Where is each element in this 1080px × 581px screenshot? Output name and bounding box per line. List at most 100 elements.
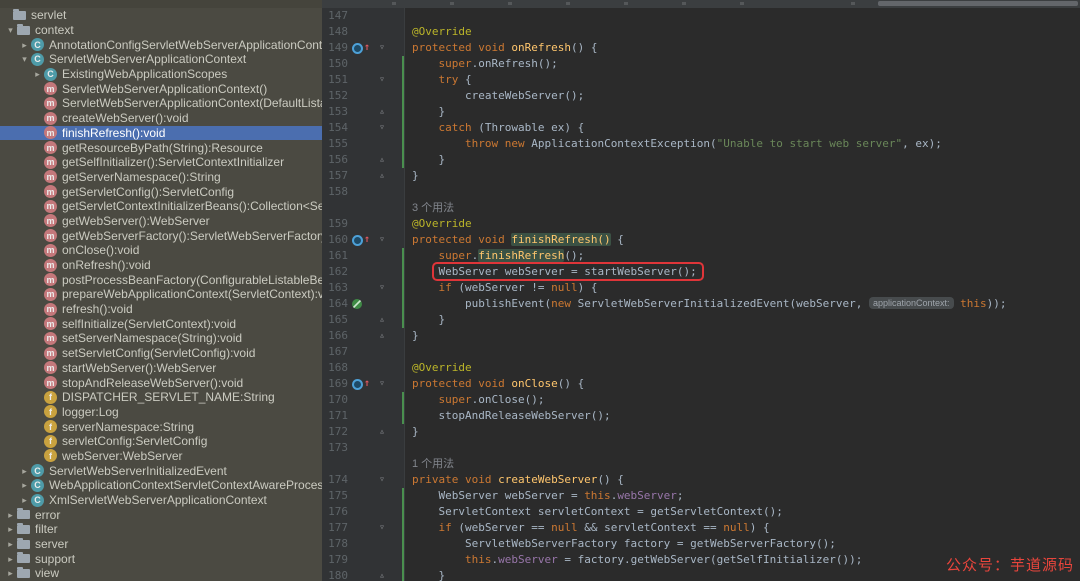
line-number[interactable]: 163 <box>322 280 350 296</box>
chevron-right-icon[interactable]: ▸ <box>4 522 17 536</box>
code-text[interactable]: 3 个用法 <box>408 200 1080 216</box>
code-text[interactable]: protected void onRefresh() { <box>408 40 1080 56</box>
line-number[interactable]: 176 <box>322 504 350 520</box>
tree-item[interactable]: m getSelfInitializer():ServletContextInit… <box>0 155 322 170</box>
line-number[interactable]: 165 <box>322 312 350 328</box>
tree-item[interactable]: m getServerNamespace():String <box>0 170 322 185</box>
fold-toggle-icon[interactable]: ▵ <box>370 168 394 184</box>
tree-item[interactable]: m setServletConfig(ServletConfig):void <box>0 346 322 361</box>
line-number[interactable]: 152 <box>322 88 350 104</box>
line-number[interactable]: 160 <box>322 232 350 248</box>
code-text[interactable]: try { <box>408 72 1080 88</box>
line-number[interactable]: 157 <box>322 168 350 184</box>
vcs-change-bar[interactable] <box>402 408 404 424</box>
tree-item[interactable]: f serverNamespace:String <box>0 419 322 434</box>
overriding-method-icon[interactable] <box>352 234 363 246</box>
vcs-change-bar[interactable] <box>402 104 404 120</box>
event-publisher-icon[interactable] <box>352 299 362 309</box>
code-text[interactable]: publishEvent(new ServletWebServerInitial… <box>408 296 1080 312</box>
line-number[interactable]: 149 <box>322 40 350 56</box>
tree-item[interactable]: ▸ error <box>0 507 322 522</box>
vcs-change-bar[interactable] <box>402 312 404 328</box>
vcs-change-bar[interactable] <box>402 72 404 88</box>
line-number[interactable]: 166 <box>322 328 350 344</box>
fold-toggle-icon[interactable]: ▿ <box>370 520 394 536</box>
code-text[interactable]: protected void onClose() { <box>408 376 1080 392</box>
vcs-change-bar[interactable] <box>402 552 404 568</box>
overriding-method-icon[interactable] <box>352 378 363 390</box>
fold-toggle-icon[interactable]: ▵ <box>370 312 394 328</box>
line-number[interactable]: 153 <box>322 104 350 120</box>
code-text[interactable]: WebServer webServer = startWebServer(); <box>408 264 1080 280</box>
vcs-change-bar[interactable] <box>402 504 404 520</box>
tree-item[interactable]: m onRefresh():void <box>0 258 322 273</box>
code-text[interactable]: @Override <box>408 24 1080 40</box>
chevron-down-icon[interactable]: ▾ <box>18 52 31 66</box>
code-text[interactable]: stopAndReleaseWebServer(); <box>408 408 1080 424</box>
tree-item[interactable]: m selfInitialize(ServletContext):void <box>0 316 322 331</box>
line-number[interactable]: 180 <box>322 568 350 581</box>
vcs-change-bar[interactable] <box>402 568 404 581</box>
tree-item[interactable]: ▸ C WebApplicationContextServletContextAwa… <box>0 478 322 493</box>
line-number[interactable]: 177 <box>322 520 350 536</box>
vcs-change-bar[interactable] <box>402 536 404 552</box>
chevron-right-icon[interactable]: ▸ <box>4 537 17 551</box>
code-text[interactable]: throw new ApplicationContextException("U… <box>408 136 1080 152</box>
line-number[interactable]: 168 <box>322 360 350 376</box>
tree-item[interactable]: f servletConfig:ServletConfig <box>0 434 322 449</box>
fold-toggle-icon[interactable]: ▵ <box>370 424 394 440</box>
fold-toggle-icon[interactable]: ▿ <box>370 232 394 248</box>
code-text[interactable]: ServletWebServerFactory factory = getWeb… <box>408 536 1080 552</box>
vcs-change-bar[interactable] <box>402 264 404 280</box>
chevron-down-icon[interactable]: ▾ <box>4 23 17 37</box>
code-text[interactable]: } <box>408 312 1080 328</box>
code-text[interactable]: super.onClose(); <box>408 392 1080 408</box>
structure-panel[interactable]: servlet ▾ context ▸ C AnnotationConfigServlet… <box>0 8 322 581</box>
code-text[interactable]: } <box>408 424 1080 440</box>
tree-item[interactable]: ▸ view <box>0 566 322 581</box>
chevron-right-icon[interactable]: ▸ <box>18 464 31 478</box>
tree-item[interactable]: m refresh():void <box>0 302 322 317</box>
vcs-change-bar[interactable] <box>402 120 404 136</box>
line-number[interactable]: 151 <box>322 72 350 88</box>
tree-item[interactable]: ▾ C ServletWebServerApplicationContext <box>0 52 322 67</box>
fold-toggle-icon[interactable]: ▿ <box>370 472 394 488</box>
code-text[interactable]: if (webServer != null) { <box>408 280 1080 296</box>
code-text[interactable]: if (webServer == null && servletContext … <box>408 520 1080 536</box>
line-number[interactable]: 170 <box>322 392 350 408</box>
fold-toggle-icon[interactable]: ▵ <box>370 328 394 344</box>
line-number[interactable]: 178 <box>322 536 350 552</box>
tree-item[interactable]: ▸ C AnnotationConfigServletWebServerApplic… <box>0 37 322 52</box>
chevron-right-icon[interactable]: ▸ <box>18 38 31 52</box>
code-text[interactable]: protected void finishRefresh() { <box>408 232 1080 248</box>
line-number[interactable]: 156 <box>322 152 350 168</box>
vcs-change-bar[interactable] <box>402 280 404 296</box>
vcs-change-bar[interactable] <box>402 488 404 504</box>
tree-item[interactable]: m ServletWebServerApplicationContext() <box>0 81 322 96</box>
fold-toggle-icon[interactable]: ▿ <box>370 280 394 296</box>
tree-item[interactable]: ▸ filter <box>0 522 322 537</box>
code-text[interactable]: @Override <box>408 216 1080 232</box>
vcs-change-bar[interactable] <box>402 152 404 168</box>
tree-item[interactable]: ▸ C ExistingWebApplicationScopes <box>0 67 322 82</box>
tree-item[interactable]: ▸ server <box>0 537 322 552</box>
line-number[interactable]: 173 <box>322 440 350 456</box>
tree-item[interactable]: m onClose():void <box>0 243 322 258</box>
fold-toggle-icon[interactable]: ▿ <box>370 376 394 392</box>
line-number[interactable]: 171 <box>322 408 350 424</box>
code-text[interactable]: catch (Throwable ex) { <box>408 120 1080 136</box>
code-editor[interactable]: 147 148 @Override 149 ↑ ▿ protected void onRef… <box>322 8 1080 581</box>
line-number[interactable]: 172 <box>322 424 350 440</box>
fold-toggle-icon[interactable]: ▿ <box>370 120 394 136</box>
vcs-change-bar[interactable] <box>402 248 404 264</box>
code-text[interactable]: @Override <box>408 360 1080 376</box>
tree-item[interactable]: f logger:Log <box>0 405 322 420</box>
line-number[interactable]: 158 <box>322 184 350 200</box>
vcs-change-bar[interactable] <box>402 392 404 408</box>
tree-item[interactable]: ▸ C XmlServletWebServerApplicationContext <box>0 493 322 508</box>
fold-toggle-icon[interactable]: ▿ <box>370 72 394 88</box>
line-number[interactable]: 174 <box>322 472 350 488</box>
tree-item[interactable]: m prepareWebApplicationContext(ServletCon… <box>0 287 322 302</box>
vcs-change-bar[interactable] <box>402 88 404 104</box>
tree-item[interactable]: f DISPATCHER_SERVLET_NAME:String <box>0 390 322 405</box>
